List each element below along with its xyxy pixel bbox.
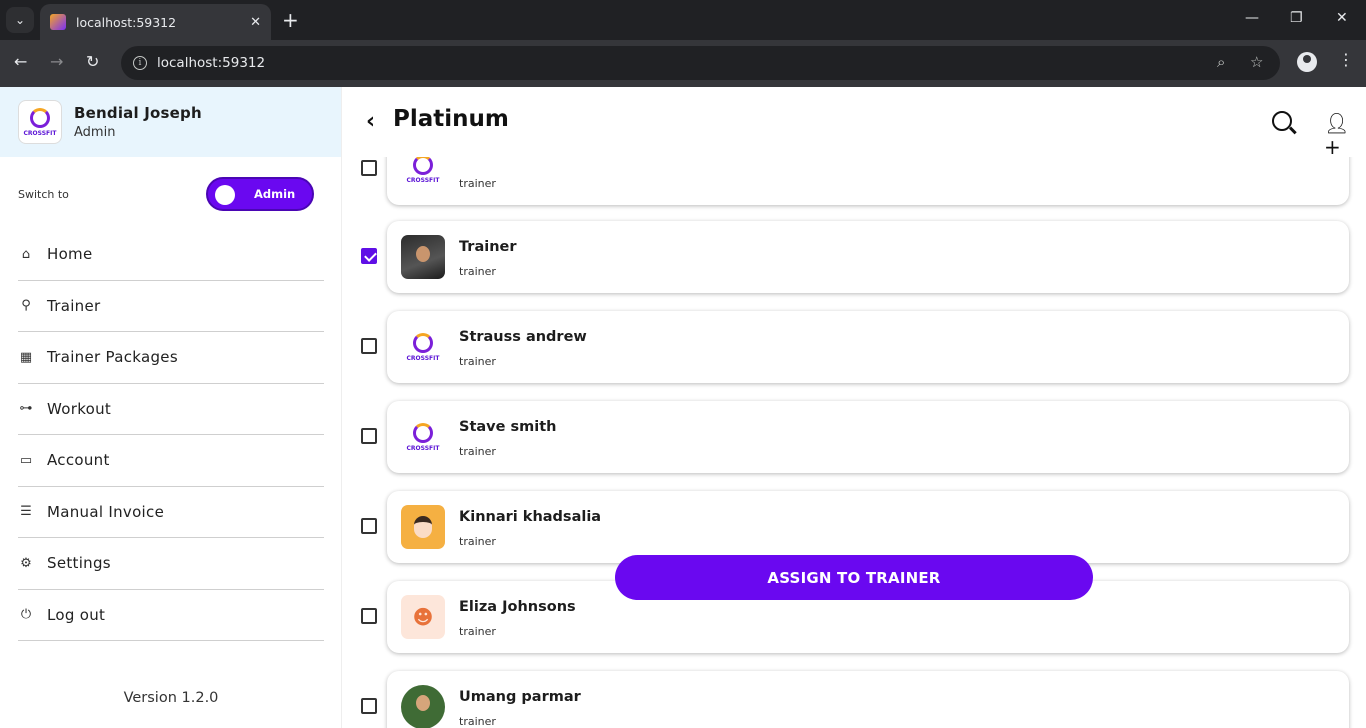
profile-header: CROSSFIT Bendial Joseph Admin bbox=[0, 87, 341, 157]
sidebar-item-label: Trainer bbox=[47, 296, 101, 315]
gear-icon: ⚙ bbox=[20, 555, 32, 571]
trainer-card[interactable]: CROSSFIT Strauss andrew trainer bbox=[387, 311, 1349, 383]
trainer-card[interactable]: Trainer trainer bbox=[387, 221, 1349, 293]
add-user-icon[interactable]: 👤︎+ bbox=[1324, 111, 1366, 159]
sidebar-item-workout[interactable]: ⊶ Workout bbox=[18, 384, 324, 435]
switch-role-row: Switch to Admin bbox=[18, 176, 314, 212]
trainer-row: Trainer trainer bbox=[342, 217, 1366, 293]
trainer-row: Kinnari khadsalia trainer bbox=[342, 487, 1366, 563]
new-tab-button[interactable]: + bbox=[282, 8, 299, 32]
dumbbell-icon: ⊶ bbox=[19, 401, 33, 417]
trainer-checkbox[interactable] bbox=[361, 518, 377, 534]
sidebar-item-account[interactable]: ▭ Account bbox=[18, 435, 324, 487]
sidebar-item-label: Manual Invoice bbox=[47, 502, 165, 521]
profile-role: Admin bbox=[74, 125, 116, 140]
reload-icon[interactable]: ↻ bbox=[86, 52, 99, 71]
close-window-icon[interactable]: ✕ bbox=[1336, 10, 1348, 26]
trainer-role: trainer bbox=[459, 625, 496, 638]
back-chevron-icon[interactable]: ‹ bbox=[366, 109, 375, 134]
trainer-role: trainer bbox=[459, 445, 496, 458]
trainer-row: Umang parmar trainer bbox=[342, 667, 1366, 728]
trainer-checkbox[interactable] bbox=[361, 608, 377, 624]
site-info-icon[interactable]: i bbox=[133, 56, 147, 70]
forward-nav-icon[interactable]: → bbox=[50, 52, 63, 71]
sidebar-item-label: Trainer Packages bbox=[47, 348, 178, 367]
sidebar-menu: ⌂ Home ⚲ Trainer ▦ Trainer Packages ⊶ Wo… bbox=[18, 229, 324, 641]
browser-tab-strip: ⌄ localhost:59312 ✕ + — ❐ ✕ bbox=[0, 0, 1366, 40]
trainer-name: Kinnari khadsalia bbox=[459, 509, 602, 525]
trainer-row: CROSSFIT Stave smith trainer bbox=[342, 397, 1366, 473]
money-icon: ▭ bbox=[19, 452, 33, 468]
sidebar-item-label: Home bbox=[47, 245, 93, 264]
sidebar-item-label: Account bbox=[47, 451, 110, 470]
omnibox[interactable]: i localhost:59312 bbox=[121, 46, 1280, 80]
trainer-name: Umang parmar bbox=[459, 689, 581, 705]
sidebar-item-manual-invoice[interactable]: ☰ Manual Invoice bbox=[18, 487, 324, 538]
power-icon: ⏻ bbox=[20, 607, 32, 623]
sidebar-item-label: Settings bbox=[47, 554, 111, 573]
toggle-label: Admin bbox=[254, 187, 296, 201]
profile-name: Bendial Joseph bbox=[74, 104, 202, 122]
calendar-check-icon: ▦ bbox=[19, 349, 33, 365]
app-version: Version 1.2.0 bbox=[123, 690, 219, 706]
sidebar-item-settings[interactable]: ⚙ Settings bbox=[18, 538, 324, 590]
trainer-role: trainer bbox=[459, 535, 496, 548]
assign-to-trainer-button[interactable]: ASSIGN TO TRAINER bbox=[615, 555, 1093, 600]
trainer-checkbox[interactable] bbox=[361, 338, 377, 354]
trainer-name: Eliza Johnsons bbox=[459, 599, 576, 615]
trainer-avatar: CROSSFIT bbox=[401, 415, 445, 459]
favicon-icon bbox=[50, 14, 66, 30]
sidebar-item-label: Workout bbox=[47, 399, 112, 418]
browser-menu-icon[interactable]: ⋮ bbox=[1338, 50, 1354, 69]
sidebar-item-home[interactable]: ⌂ Home bbox=[18, 229, 324, 281]
trainer-icon: ⚲ bbox=[21, 298, 31, 314]
trainer-name: Trainer bbox=[459, 239, 517, 255]
tab-search-button[interactable]: ⌄ bbox=[6, 7, 34, 33]
page-header: ‹ Platinum 👤︎+ bbox=[342, 87, 1366, 159]
tab-close-icon[interactable]: ✕ bbox=[250, 15, 261, 30]
tab-title: localhost:59312 bbox=[76, 14, 177, 30]
trainer-checkbox[interactable] bbox=[361, 160, 377, 176]
trainer-name: Stave smith bbox=[459, 419, 557, 435]
trainer-row: CROSSFIT Strauss andrew trainer bbox=[342, 307, 1366, 383]
sidebar-item-trainer[interactable]: ⚲ Trainer bbox=[18, 281, 324, 332]
trainer-avatar: CROSSFIT bbox=[401, 325, 445, 369]
trainer-avatar bbox=[401, 685, 445, 728]
trainer-role: trainer bbox=[459, 177, 496, 190]
sidebar-item-trainer-packages[interactable]: ▦ Trainer Packages bbox=[18, 332, 324, 384]
bookmark-star-icon[interactable]: ☆ bbox=[1250, 53, 1263, 71]
home-icon: ⌂ bbox=[21, 246, 31, 262]
sidebar-item-label: Log out bbox=[47, 605, 106, 624]
minimize-icon[interactable]: — bbox=[1245, 10, 1259, 26]
main-content: ‹ Platinum 👤︎+ CROSSFIT trainer Trainer … bbox=[342, 87, 1366, 728]
crossfit-logo: CROSSFIT bbox=[18, 100, 62, 144]
role-toggle[interactable]: Admin bbox=[206, 177, 314, 211]
trainer-checkbox[interactable] bbox=[361, 428, 377, 444]
trainer-role: trainer bbox=[459, 355, 496, 368]
trainer-card[interactable]: Kinnari khadsalia trainer bbox=[387, 491, 1349, 563]
page-title: Platinum bbox=[393, 106, 509, 132]
search-icon[interactable] bbox=[1272, 111, 1292, 131]
trainer-role: trainer bbox=[459, 265, 496, 278]
restore-icon[interactable]: ❐ bbox=[1290, 10, 1303, 26]
trainer-avatar bbox=[401, 505, 445, 549]
trainer-name: Strauss andrew bbox=[459, 329, 587, 345]
trainer-avatar bbox=[401, 235, 445, 279]
invoice-icon: ☰ bbox=[20, 504, 32, 520]
trainer-checkbox[interactable] bbox=[361, 248, 377, 264]
zoom-icon[interactable]: ⌕ bbox=[1217, 53, 1225, 71]
trainer-avatar: ☻ bbox=[401, 595, 445, 639]
browser-profile-icon[interactable] bbox=[1297, 52, 1317, 72]
sidebar: CROSSFIT Bendial Joseph Admin Switch to … bbox=[0, 87, 342, 728]
sidebar-item-logout[interactable]: ⏻ Log out bbox=[18, 590, 324, 641]
trainer-checkbox[interactable] bbox=[361, 698, 377, 714]
browser-tab[interactable]: localhost:59312 ✕ bbox=[40, 4, 271, 40]
trainer-card[interactable]: CROSSFIT Stave smith trainer bbox=[387, 401, 1349, 473]
toggle-knob bbox=[215, 185, 235, 205]
switch-label: Switch to bbox=[18, 187, 69, 201]
back-nav-icon[interactable]: ← bbox=[14, 52, 27, 71]
trainer-role: trainer bbox=[459, 715, 496, 728]
trainer-card[interactable]: Umang parmar trainer bbox=[387, 671, 1349, 728]
url-text: localhost:59312 bbox=[157, 55, 266, 71]
